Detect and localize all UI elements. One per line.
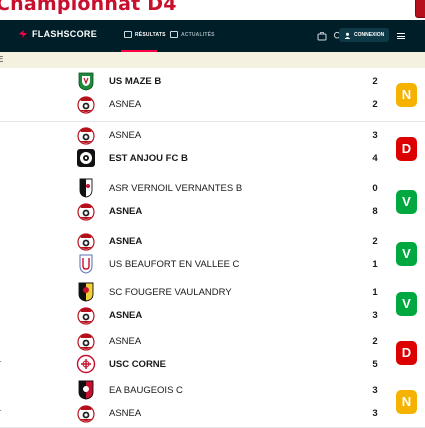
home-score: 2 (372, 336, 378, 347)
result-badge: V (396, 241, 417, 266)
login-button[interactable]: CONNEXION (339, 28, 390, 42)
sc-fougere-crest-icon (76, 282, 96, 302)
briefcase-icon[interactable] (317, 31, 327, 41)
away-team-name: ASNEA (109, 206, 143, 217)
subbar-text: E (0, 55, 4, 64)
results-icon (124, 31, 132, 38)
away-score: 8 (372, 206, 378, 217)
match-row[interactable]: US MAZE B 2 ASNEA 2 N (0, 68, 425, 122)
away-team-name: ASNEA (109, 99, 142, 110)
asnea-crest-icon (76, 94, 96, 114)
asnea-crest-icon (76, 201, 96, 221)
flashscore-logo-text: FLASHSCORE (32, 29, 98, 39)
home-team-name: ASNEA (109, 236, 143, 247)
est-anjou-crest-icon (76, 148, 96, 168)
home-score: 3 (372, 385, 378, 396)
away-score: 3 (372, 310, 378, 321)
away-team-name: EST ANJOU FC B (109, 153, 188, 164)
flashscore-logo-icon (19, 30, 27, 38)
result-badge: N (396, 390, 417, 414)
home-team-name: ASNEA (109, 130, 142, 141)
away-score: 2 (372, 99, 378, 110)
match-row[interactable]: .ASR VERNOIL VERNANTES B0ASNEA8V (0, 175, 425, 229)
home-score: 1 (372, 287, 378, 298)
result-badge: D (396, 340, 417, 365)
away-score: 1 (372, 259, 378, 270)
tab-news[interactable]: ACTUALITÉS (170, 31, 215, 38)
ea-baugeois-crest-icon (76, 380, 96, 400)
match-date: 1 (0, 355, 1, 364)
home-score: 3 (372, 130, 378, 141)
away-team-name: ASNEA (109, 310, 143, 321)
home-score: 0 (372, 183, 378, 194)
match-row[interactable]: 1 ASNEA 2 USC CORNE 5 D (0, 328, 425, 378)
match-date: 1 (0, 404, 1, 413)
login-label: CONNEXION (354, 32, 385, 38)
result-badge: D (396, 136, 417, 161)
tab-news-label: ACTUALITÉS (181, 31, 215, 38)
flashscore-header: FLASHSCORE RÉSULTATS ACTUALITÉS CONNEXIO… (0, 20, 425, 52)
tab-results-label: RÉSULTATS (135, 31, 166, 38)
home-team-name: SC FOUGERE VAULANDRY (109, 287, 232, 298)
home-score: 2 (372, 76, 378, 87)
home-team-name: ASR VERNOIL VERNANTES B (109, 183, 243, 194)
result-badge: N (396, 82, 417, 107)
result-badge: V (396, 189, 417, 214)
league-subbar: E (0, 52, 425, 69)
us-maze-crest-icon (76, 71, 96, 91)
asnea-crest-icon (76, 331, 96, 351)
competition-crest-icon (415, 0, 425, 18)
home-team-name: US MAZE B (109, 76, 162, 87)
asnea-crest-icon (76, 125, 96, 145)
asnea-crest-icon (76, 403, 96, 423)
away-score: 4 (372, 153, 378, 164)
match-row[interactable]: .ASNEA2US BEAUFORT EN VALLEE C1V (0, 228, 425, 280)
away-score: 5 (372, 359, 378, 370)
home-team-name: EA BAUGEOIS C (109, 385, 183, 396)
tab-results[interactable]: RÉSULTATS (124, 31, 166, 38)
asnea-crest-icon (76, 231, 96, 251)
competition-title: Championnat D4 (0, 0, 177, 15)
match-row[interactable]: .SC FOUGERE VAULANDRY1ASNEA3V (0, 279, 425, 329)
flashscore-logo[interactable]: FLASHSCORE (18, 29, 97, 39)
match-row[interactable]: ASNEA 3 EST ANJOU FC B 4 D (0, 122, 425, 176)
away-score: 3 (372, 408, 378, 419)
user-icon (344, 32, 351, 39)
competition-banner: Championnat D4 (0, 0, 425, 20)
hamburger-menu-icon[interactable] (397, 33, 405, 39)
home-score: 2 (372, 236, 378, 247)
result-badge: V (396, 291, 417, 316)
us-beaufort-crest-icon (76, 254, 96, 274)
away-team-name: US BEAUFORT EN VALLEE C (109, 259, 240, 270)
usc-corne-crest-icon (76, 354, 96, 374)
news-icon (170, 31, 178, 38)
match-row[interactable]: 1 EA BAUGEOIS C 3 ASNEA 3 N (0, 377, 425, 428)
home-team-name: ASNEA (109, 336, 142, 347)
away-team-name: ASNEA (109, 408, 142, 419)
asr-vernoil-crest-icon (76, 178, 96, 198)
away-team-name: USC CORNE (109, 359, 167, 370)
asnea-crest-icon (76, 305, 96, 325)
